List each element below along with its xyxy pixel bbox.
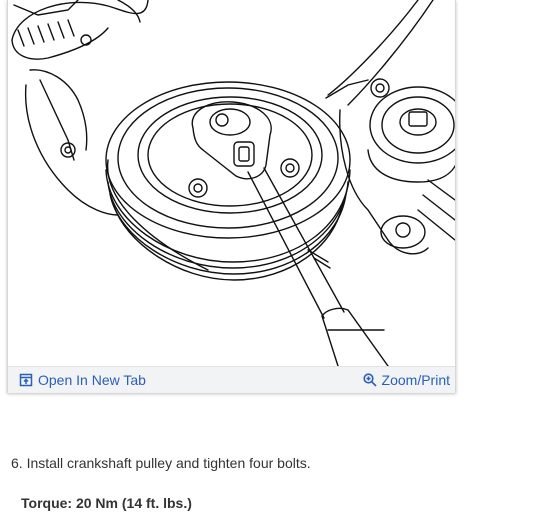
zoom-print-link[interactable]: Zoom/Print xyxy=(362,372,450,388)
crankshaft-pulley-illustration[interactable] xyxy=(8,0,455,366)
ratchet-wrench-drawing xyxy=(191,101,389,366)
open-in-new-tab-icon xyxy=(19,373,33,387)
crankshaft-pulley-drawing xyxy=(105,81,351,281)
zoom-in-icon xyxy=(362,373,377,387)
torque-spec: Torque: 20 Nm (14 ft. lbs.) xyxy=(21,495,192,511)
alternator-drawing xyxy=(11,0,149,216)
open-in-new-tab-label: Open In New Tab xyxy=(38,372,146,388)
open-in-new-tab-link[interactable]: Open In New Tab xyxy=(19,372,146,388)
figure-card: Open In New Tab Zoom/Print xyxy=(7,0,456,393)
step-instruction: 6. Install crankshaft pulley and tighten… xyxy=(11,455,311,471)
detail-lines xyxy=(307,249,331,269)
figure-toolbar: Open In New Tab Zoom/Print xyxy=(8,366,455,393)
zoom-print-label: Zoom/Print xyxy=(381,372,450,388)
tensioner-pulley-drawing xyxy=(325,78,455,255)
